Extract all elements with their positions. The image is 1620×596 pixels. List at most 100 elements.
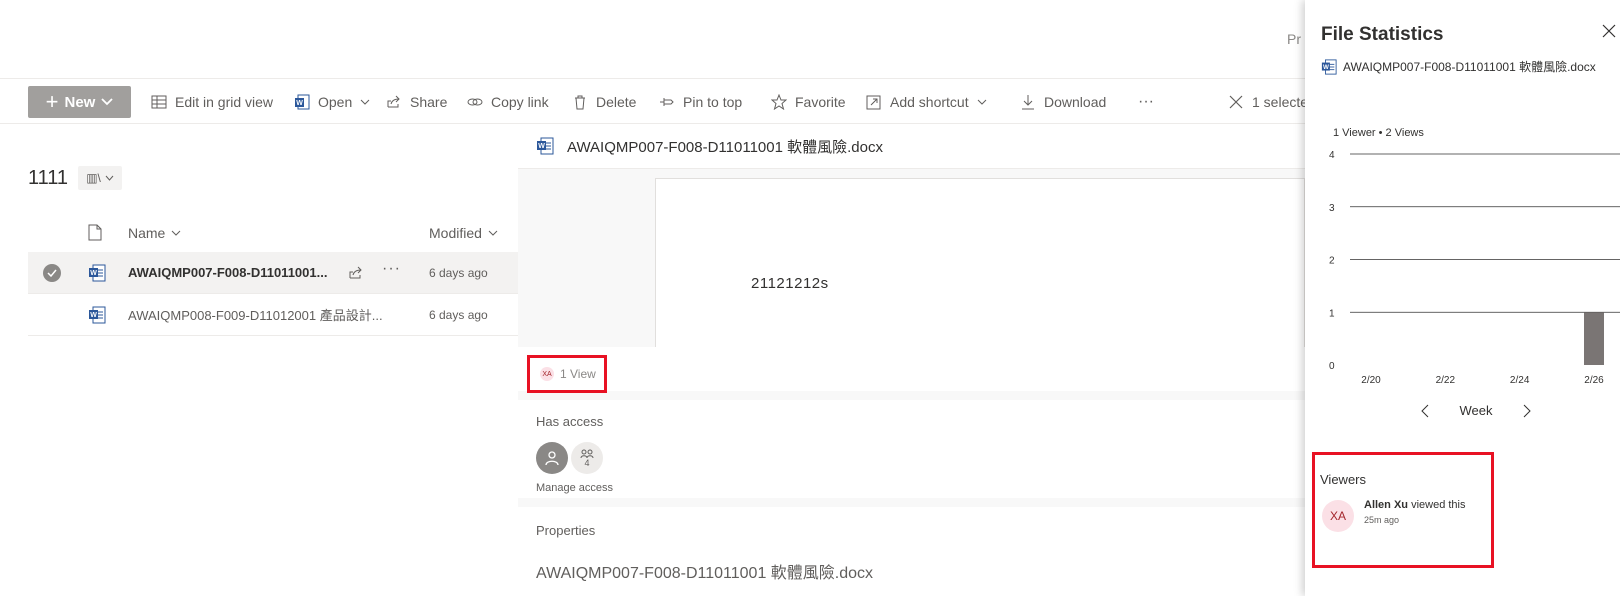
file-name[interactable]: AWAIQMP007-F008-D11011001... (128, 265, 334, 280)
column-header-modified[interactable]: Modified (429, 221, 498, 245)
trash-icon (575, 95, 585, 110)
y-tick-label: 1 (1329, 308, 1335, 319)
svg-text:W: W (1323, 63, 1329, 70)
chevron-down-icon (172, 230, 181, 236)
column-header-modified-label: Modified (429, 225, 482, 241)
x-tick-label: 2/20 (1361, 375, 1381, 386)
properties-label: Properties (536, 523, 596, 538)
edit-grid-view-label: Edit in grid view (175, 94, 274, 110)
share-icon[interactable] (348, 265, 364, 281)
file-statistics-panel: File Statistics W AWAIQMP007-F008-D11011… (1305, 0, 1620, 596)
word-file-icon: W (1321, 58, 1337, 75)
group-icon (580, 449, 594, 458)
week-label: Week (1459, 403, 1493, 418)
svg-text:W: W (538, 143, 545, 150)
chevron-down-icon (488, 230, 498, 236)
viewer-time: 25m ago (1364, 515, 1400, 525)
view-switcher-label: ▥\ (86, 171, 101, 185)
command-bar: + New Edit in grid view W Open Share Cop… (0, 80, 1308, 124)
y-tick-label: 0 (1329, 361, 1335, 372)
new-button[interactable]: + New (28, 86, 131, 118)
more-actions-icon[interactable]: ··· (382, 260, 401, 278)
modified-date: 6 days ago (429, 265, 488, 280)
views-chart: 0 1 2 3 4 2/20 2/22 2/24 2/26 (1329, 150, 1620, 386)
close-icon (1229, 95, 1243, 109)
add-shortcut-button[interactable]: Add shortcut (866, 80, 987, 124)
group-count: 4 (584, 457, 590, 468)
chart-bar[interactable] (1584, 312, 1604, 365)
table-row[interactable]: W AWAIQMP007-F008-D11011001... ··· 6 day… (28, 252, 518, 294)
views-count-button[interactable]: XA 1 View (527, 355, 607, 393)
details-pane: W AWAIQMP007-F008-D11011001 軟體風險.docx 21… (518, 124, 1305, 596)
delete-label: Delete (596, 94, 637, 110)
share-label: Share (410, 94, 448, 110)
viewer-name[interactable]: Allen Xu (1364, 499, 1408, 511)
details-file-title: AWAIQMP007-F008-D11011001 軟體風險.docx (567, 138, 883, 156)
views-count-label: 1 View (560, 367, 596, 381)
open-label: Open (318, 94, 353, 110)
group-avatar[interactable]: 4 (571, 442, 603, 474)
star-icon (771, 94, 787, 110)
preview-text: 21121212s (751, 275, 829, 292)
table-row[interactable]: W AWAIQMP008-F009-D11012001 產品設計... 6 da… (28, 294, 518, 336)
viewer-action: viewed this (1411, 499, 1466, 511)
checkmark-icon[interactable] (43, 263, 61, 282)
selected-count-label: 1 selecte (1252, 94, 1309, 110)
pin-to-top-button[interactable]: Pin to top (659, 80, 742, 124)
favorite-button[interactable]: Favorite (771, 80, 846, 124)
link-icon (467, 98, 483, 106)
views-row (518, 347, 1305, 391)
y-tick-label: 4 (1329, 150, 1335, 161)
y-tick-label: 3 (1329, 203, 1335, 214)
viewers-section: Viewers XA Allen Xu viewed this 25m ago (1312, 452, 1494, 568)
chevron-down-icon (360, 99, 370, 105)
file-name[interactable]: AWAIQMP008-F009-D11012001 產品設計... (128, 305, 398, 324)
delete-button[interactable]: Delete (572, 80, 636, 124)
svg-text:W: W (296, 100, 303, 107)
clear-selection-button[interactable]: 1 selecte (1228, 80, 1308, 124)
more-options-button[interactable]: ··· (1138, 80, 1154, 124)
chevron-down-icon (105, 175, 114, 181)
edit-grid-view-button[interactable]: Edit in grid view (151, 80, 273, 124)
viewer-avatar[interactable]: XA (1322, 500, 1354, 532)
plus-icon: + (45, 89, 59, 114)
panel-file: W AWAIQMP007-F008-D11011001 軟體風險.docx (1321, 58, 1596, 75)
open-button[interactable]: W Open (294, 80, 370, 124)
more-label: ··· (1138, 93, 1154, 110)
chevron-left-icon[interactable] (1421, 404, 1429, 418)
view-switcher[interactable]: ▥\ (78, 166, 123, 190)
word-file-icon: W (537, 137, 554, 155)
chevron-down-icon (101, 98, 113, 106)
share-button[interactable]: Share (386, 80, 447, 124)
download-label: Download (1044, 94, 1107, 110)
x-tick-label: 2/24 (1510, 375, 1530, 386)
document-list: 1111 ▥\ Name Modified W AWAIQMP007-F008-… (0, 124, 518, 596)
document-preview[interactable]: 21121212s (655, 178, 1305, 347)
modified-date: 6 days ago (429, 307, 488, 322)
svg-text:W: W (90, 312, 97, 319)
shortcut-icon (866, 95, 881, 110)
column-header-name-label: Name (128, 225, 166, 241)
manage-access-link[interactable]: Manage access (536, 482, 613, 494)
library-title: 1111 ▥\ (28, 166, 123, 190)
y-tick-label: 2 (1329, 256, 1335, 267)
close-icon[interactable] (1602, 24, 1616, 38)
word-file-icon: W (89, 264, 106, 281)
has-access-label: Has access (536, 414, 604, 429)
pin-icon (660, 98, 674, 106)
download-icon (1022, 95, 1034, 110)
copy-link-button[interactable]: Copy link (467, 80, 549, 124)
svg-text:W: W (90, 270, 97, 277)
week-navigator: Week (1421, 403, 1531, 418)
person-avatar[interactable] (536, 442, 568, 474)
chevron-right-icon[interactable] (1523, 404, 1531, 418)
download-button[interactable]: Download (1020, 80, 1106, 124)
share-icon (387, 95, 400, 108)
grid-icon (151, 95, 167, 109)
viewer-entry: Allen Xu viewed this (1364, 499, 1466, 511)
has-access-section: Has access 4 Manage access (518, 400, 1305, 498)
column-header-name[interactable]: Name (128, 221, 181, 245)
top-bar-partial-text: Pr (1287, 31, 1301, 47)
person-icon (545, 451, 559, 466)
x-tick-label: 2/26 (1584, 375, 1604, 386)
